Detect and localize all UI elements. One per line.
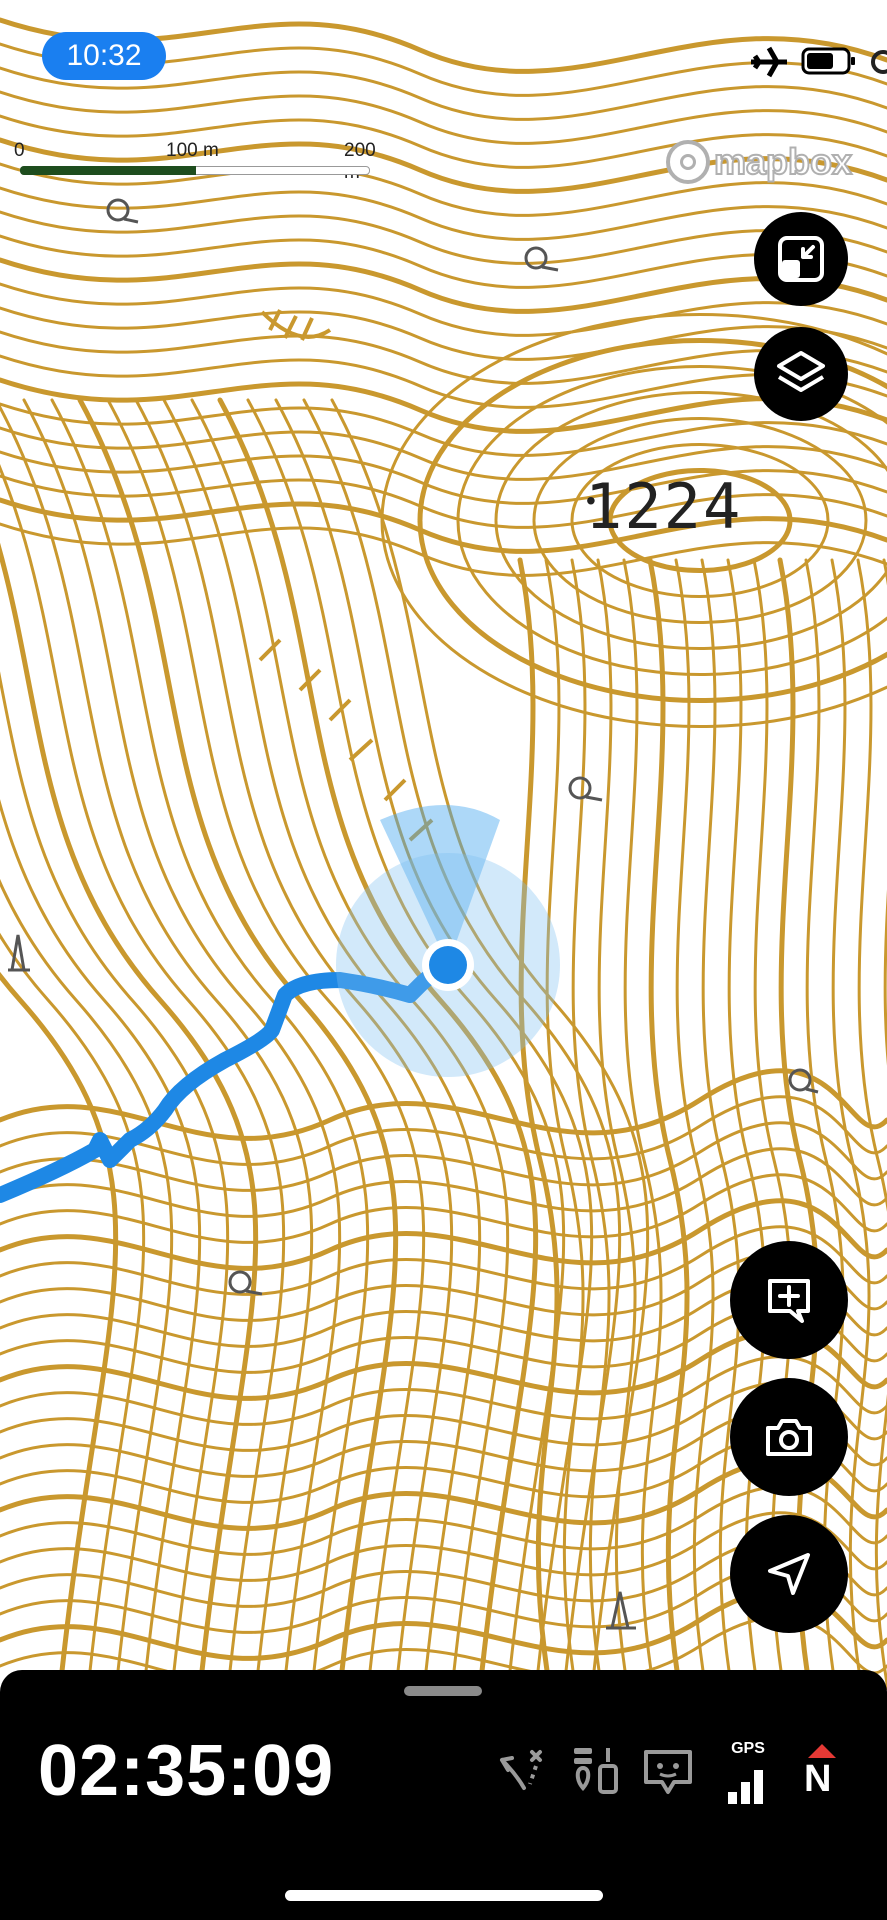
status-icons: [747, 42, 887, 82]
north-label: N: [804, 1758, 832, 1800]
elevation-label: 1224: [585, 470, 743, 543]
waypoints-icon[interactable]: [568, 1740, 624, 1804]
route-icon[interactable]: [494, 1740, 550, 1804]
fit-bounds-button[interactable]: [754, 212, 848, 306]
bottom-panel[interactable]: 02:35:09 GPS N: [0, 1670, 887, 1920]
drag-handle[interactable]: [404, 1686, 482, 1696]
elapsed-timer: 02:35:09: [38, 1731, 335, 1811]
status-time[interactable]: 10:32: [42, 32, 166, 80]
locate-button[interactable]: [730, 1515, 848, 1633]
scale-label-100: 100 m: [166, 140, 219, 161]
gps-indicator[interactable]: GPS: [724, 1740, 772, 1810]
mapbox-logo-text: mapbox: [713, 140, 853, 183]
scale-fill: [20, 166, 196, 175]
add-note-icon: [768, 1279, 810, 1323]
scale-bar: 0 100 m 200 m: [14, 140, 376, 183]
compass-indicator[interactable]: N: [800, 1742, 844, 1810]
scale-label-0: 0: [14, 140, 25, 161]
locate-icon: [768, 1553, 810, 1595]
gps-label: GPS: [731, 1740, 765, 1757]
mapbox-logo-mark: [666, 140, 710, 184]
layers-button[interactable]: [754, 327, 848, 421]
scale-label-200: 200 m: [344, 140, 376, 183]
add-note-button[interactable]: [730, 1241, 848, 1359]
gps-signal-icon: [728, 1770, 763, 1804]
chat-icon[interactable]: [640, 1740, 696, 1804]
camera-button[interactable]: [730, 1378, 848, 1496]
fit-bounds-icon: [778, 236, 824, 282]
extra-status-icon: [871, 50, 887, 74]
airplane-icon: [751, 46, 787, 78]
battery-icon: [801, 47, 855, 75]
mapbox-logo[interactable]: mapbox: [666, 136, 878, 188]
home-indicator[interactable]: [285, 1890, 603, 1901]
layers-icon: [777, 351, 825, 392]
camera-icon: [766, 1419, 812, 1456]
